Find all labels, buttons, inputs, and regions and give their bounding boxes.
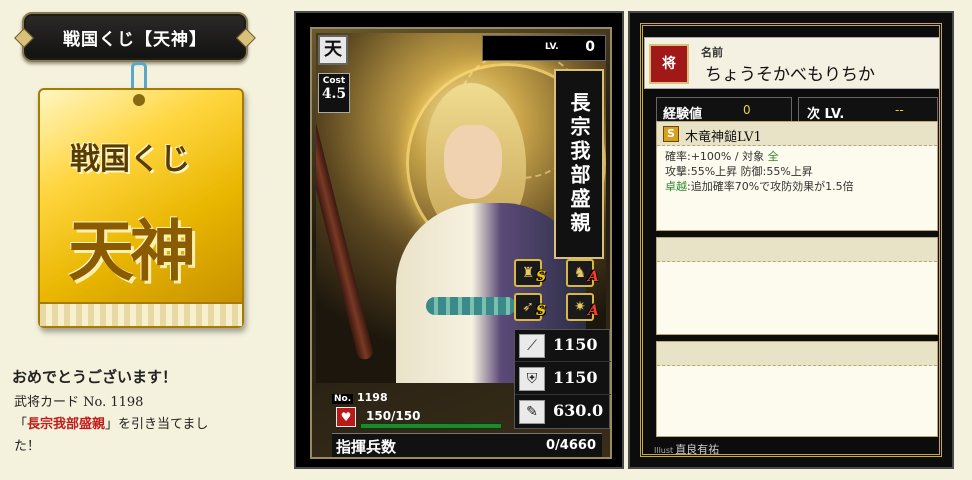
warlord-card[interactable]: 天 Cost 4.5 LV. 0 長宗我部盛親 ♜ S ♞ A ➶ S ✷ A …: [310, 27, 612, 459]
card-number-value: 1198: [356, 391, 388, 404]
ticket-title: 戦国くじ: [70, 142, 190, 177]
aptitude-rank: A: [588, 269, 599, 285]
skill-name: 木竜神鎚LV1: [685, 130, 762, 145]
next-level-label: 次 LV.: [807, 107, 845, 122]
general-badge-icon: 将: [649, 44, 689, 84]
name-reading: ちょうそかべもりちか: [705, 65, 875, 85]
cost-box: Cost 4.5: [318, 73, 350, 113]
level-bar: LV. 0: [482, 35, 606, 61]
name-box: 将 名前 ちょうそかべもりちか: [644, 37, 940, 89]
empty-skill-header: [657, 238, 937, 262]
empty-skill-slot-2: [656, 237, 938, 335]
level-label: LV.: [545, 42, 559, 52]
stat-panel: ⟋ 1150 ⛨ 1150 ✎ 630.0: [514, 329, 611, 429]
attack-icon: ⟋: [519, 334, 545, 358]
aptitude-rank: A: [588, 303, 599, 319]
intelligence-value: 630.0: [553, 401, 604, 420]
heart-icon: ♥: [336, 407, 356, 427]
hp-value: 150/150: [366, 409, 421, 423]
command-label: 指揮兵数: [336, 438, 397, 456]
prayer-beads: [426, 297, 516, 315]
ticket-body: 戦国くじ 天神: [38, 88, 244, 328]
card-number-label: No.: [332, 394, 354, 404]
unit-aptitudes: ♜ S ♞ A ➶ S ✷ A: [514, 259, 610, 329]
aptitude-spear: ♜ S: [514, 259, 558, 289]
illustrator-credit: Illust 直良有祐: [654, 441, 719, 457]
intelligence-row: ✎ 630.0: [515, 396, 611, 428]
aptitude-rank: S: [536, 269, 547, 285]
command-value: 0/4660: [546, 438, 596, 453]
skill-excellence: 卓越:追加確率70%で攻防効果が1.5倍: [657, 179, 937, 194]
cost-label: Cost: [322, 76, 346, 86]
aptitude-bow: ➶ S: [514, 293, 558, 323]
name-label: 名前: [701, 46, 723, 59]
card-name-plate: 長宗我部盛親: [554, 69, 604, 259]
empty-skill-header: [657, 342, 937, 366]
command-troops-bar: 指揮兵数 0/4660: [332, 433, 602, 457]
result-line-rest: 」を引き当てまし: [105, 417, 209, 432]
level-value: 0: [585, 39, 595, 55]
aptitude-siege: ✷ A: [566, 293, 610, 323]
aptitude-cavalry: ♞ A: [566, 259, 610, 289]
card-panel: 天 Cost 4.5 LV. 0 長宗我部盛親 ♜ S ♞ A ➶ S ✷ A …: [294, 11, 624, 469]
skill-effect: 攻撃:55%上昇 防御:55%上昇: [665, 165, 813, 178]
quote-open: 「: [14, 417, 28, 432]
attack-value: 1150: [553, 335, 598, 354]
result-line-end: た！: [14, 439, 41, 454]
hp-bar: [360, 423, 502, 429]
result-line: 「長宗我部盛親」を引き当てまし: [14, 414, 208, 436]
excellence-text: :追加確率70%で攻防効果が1.5倍: [687, 180, 854, 193]
ticket-hole: [133, 94, 145, 106]
result-card-name: 長宗我部盛親: [27, 417, 106, 432]
skill-rank-badge: S: [663, 126, 679, 142]
next-level-value: --: [895, 103, 904, 117]
hp-row: ♥ 150/150: [336, 407, 516, 429]
skill-probability: 確率:+100% / 対象 全: [657, 149, 937, 164]
defense-icon: ⛨: [519, 367, 545, 391]
aptitude-rank: S: [536, 303, 547, 319]
congrats-message: おめでとうございます！: [12, 368, 178, 386]
banner-title: 戦国くじ【天神】: [63, 30, 207, 50]
defense-row: ⛨ 1150: [515, 363, 611, 395]
attack-row: ⟋ 1150: [515, 330, 611, 362]
skill-target: 全: [767, 150, 779, 163]
character-face: [444, 125, 502, 199]
empty-skill-slot-3: [656, 341, 938, 437]
rarity-badge: 天: [318, 35, 348, 65]
lottery-ticket-image: 戦国くじ 天神: [34, 62, 244, 334]
experience-label: 経験値: [663, 107, 703, 122]
defense-value: 1150: [553, 368, 598, 387]
skill-probability-text: 確率:+100% / 対象: [665, 150, 768, 163]
illust-label: Illust: [654, 446, 674, 455]
cost-value: 4.5: [321, 86, 347, 102]
ticket-main-text: 天神: [68, 212, 196, 290]
experience-value: 0: [743, 103, 751, 117]
info-panel: 将 名前 ちょうそかべもりちか 経験値 0 次 LV. -- S 木竜神鎚LV1…: [628, 11, 954, 469]
skill-box: S 木竜神鎚LV1 確率:+100% / 対象 全 攻撃:55%上昇 防御:55…: [656, 121, 938, 231]
card-number-line: 武将カード No. 1198: [14, 395, 144, 410]
card-number: No. 1198: [332, 391, 388, 404]
illustrator-name: 直良有祐: [675, 443, 720, 456]
intelligence-icon: ✎: [519, 400, 545, 424]
staff-illustration: [316, 95, 375, 361]
skill-header: S 木竜神鎚LV1: [657, 122, 937, 146]
excellence-label: 卓越: [665, 180, 687, 193]
gacha-banner: 戦国くじ【天神】: [22, 12, 248, 62]
